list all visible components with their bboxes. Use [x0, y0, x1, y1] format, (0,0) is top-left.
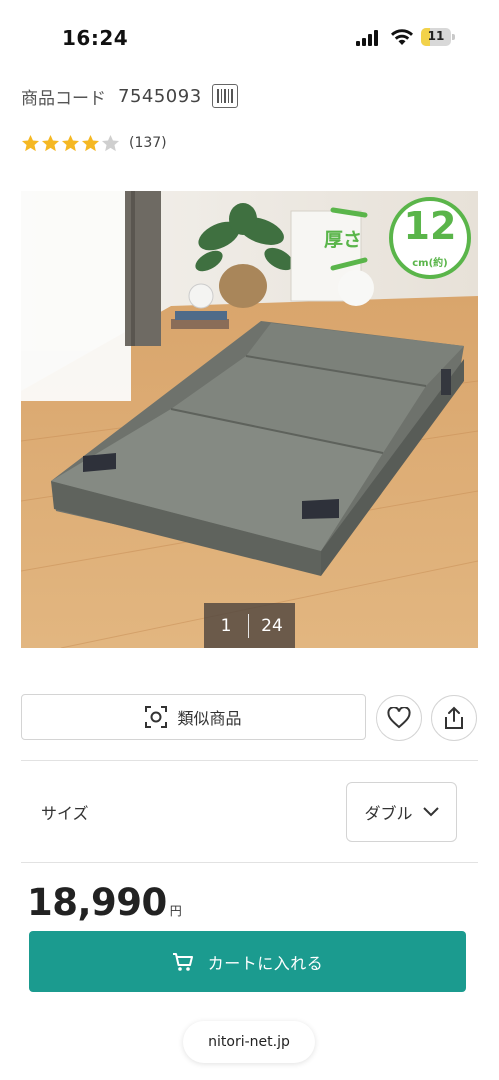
star-filled-icon	[81, 134, 100, 151]
chevron-down-icon	[422, 807, 439, 817]
thickness-label: 厚さ	[324, 229, 363, 251]
divider	[21, 760, 478, 761]
thickness-unit: cm(約)	[412, 258, 448, 269]
status-bar: 16:24 11	[0, 0, 499, 70]
status-time: 16:24	[62, 26, 129, 50]
price-unit: 円	[169, 904, 182, 918]
product-image[interactable]: 厚さ 12 cm(約) 1 24	[21, 191, 478, 648]
image-counter-current: 1	[220, 615, 232, 636]
thickness-value: 12	[403, 204, 457, 248]
divider	[21, 862, 478, 863]
product-code-row: 商品コード 7545093	[21, 82, 238, 110]
similar-products-label: 類似商品	[177, 709, 242, 728]
star-rating	[21, 134, 121, 153]
battery-icon: 11	[421, 28, 455, 46]
product-code-label: 商品コード	[21, 88, 106, 109]
browser-url-bar[interactable]: nitori-net.jp	[183, 1021, 315, 1063]
wifi-icon	[391, 29, 413, 45]
cart-icon	[172, 952, 193, 971]
product-code-value: 7545093	[118, 85, 202, 107]
price: 18,990 円	[27, 880, 182, 926]
star-filled-icon	[61, 134, 80, 151]
add-to-cart-label: カートに入れる	[207, 953, 324, 973]
heart-icon	[387, 707, 411, 729]
battery-level: 11	[427, 29, 445, 43]
size-label: サイズ	[41, 804, 89, 823]
rating-row[interactable]: (137)	[21, 130, 167, 156]
price-value: 18,990	[27, 881, 167, 924]
similar-products-button[interactable]: 類似商品	[21, 694, 366, 740]
signal-icon	[356, 30, 378, 46]
url-text: nitori-net.jp	[208, 1034, 290, 1050]
star-filled-icon	[21, 134, 40, 151]
add-to-cart-button[interactable]: カートに入れる	[29, 931, 466, 992]
image-counter: 1 24	[204, 603, 295, 648]
visual-search-icon	[145, 706, 168, 728]
favorite-button[interactable]	[376, 695, 422, 741]
star-filled-icon	[41, 134, 60, 151]
share-button[interactable]	[431, 695, 477, 741]
thickness-badge: 厚さ 12 cm(約)	[321, 196, 473, 281]
size-select[interactable]: ダブル	[346, 782, 457, 842]
image-counter-total: 24	[261, 615, 283, 636]
star-empty-icon	[101, 134, 120, 151]
review-count[interactable]: (137)	[129, 135, 167, 151]
share-icon	[445, 706, 463, 729]
size-selected-value: ダブル	[364, 804, 413, 823]
barcode-icon[interactable]	[211, 84, 238, 108]
